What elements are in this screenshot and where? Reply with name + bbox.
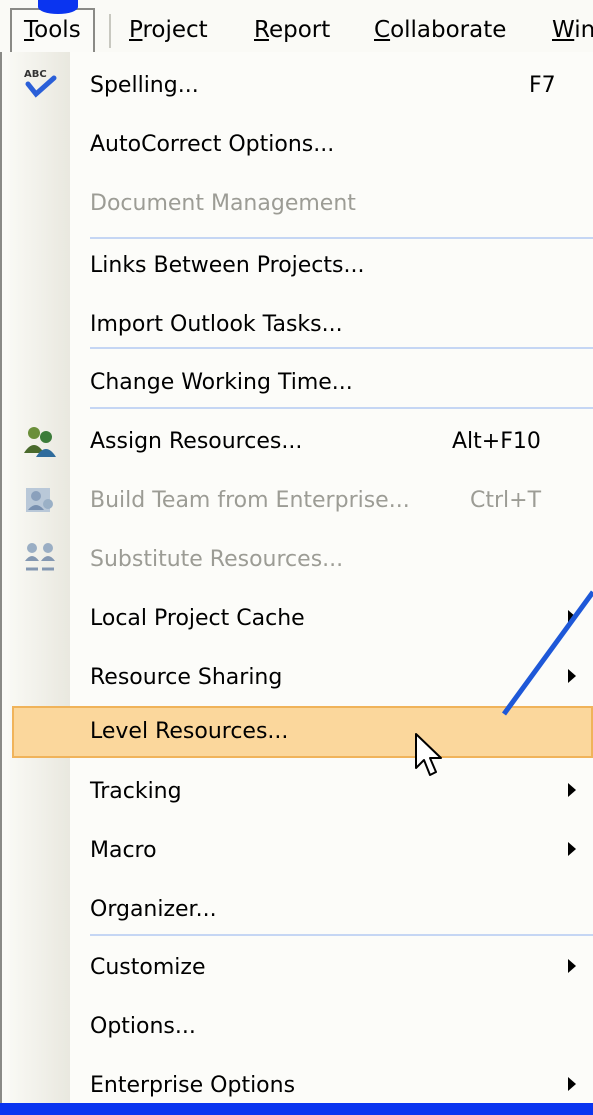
assign-resources-icon	[24, 427, 56, 457]
menu-item-label: Import Outlook Tasks...	[90, 312, 343, 337]
menu-item-tracking[interactable]: Tracking	[2, 762, 593, 821]
menu-item-label: Customize	[90, 955, 206, 980]
menu-item-options[interactable]: Options...	[2, 997, 593, 1056]
menu-item-level-resources[interactable]: Level Resources...	[2, 702, 593, 761]
menu-item-autocorrect-options[interactable]: AutoCorrect Options...	[2, 115, 593, 174]
spelling-check-icon: ABC	[24, 69, 57, 98]
menu-item-label: Assign Resources...	[90, 429, 303, 454]
menu-item-label: Enterprise Options	[90, 1073, 296, 1098]
substitute-resources-icon	[25, 543, 55, 571]
annotation-blob	[38, 0, 78, 14]
menu-item-shortcut: Alt+F10	[452, 429, 541, 454]
menu-item-enterprise-options[interactable]: Enterprise Options	[2, 1056, 593, 1115]
menu-item-assign-resources[interactable]: Assign Resources... Alt+F10	[2, 412, 593, 471]
menu-item-label: Organizer...	[90, 897, 217, 922]
menu-item-substitute-resources[interactable]: Substitute Resources...	[2, 530, 593, 589]
menu-item-document-management[interactable]: Document Management	[2, 174, 593, 233]
menu-item-change-working-time[interactable]: Change Working Time...	[2, 353, 593, 412]
menu-window[interactable]: Win	[552, 10, 593, 50]
menu-item-label: AutoCorrect Options...	[90, 132, 335, 157]
submenu-arrow-icon	[568, 669, 576, 683]
menu-item-label: Build Team from Enterprise...	[90, 488, 410, 513]
menu-item-label: Level Resources...	[90, 719, 289, 744]
menu-item-label: Options...	[90, 1014, 196, 1039]
menu-item-label: Resource Sharing	[90, 665, 283, 690]
menu-item-macro[interactable]: Macro	[2, 821, 593, 880]
menu-item-customize[interactable]: Customize	[2, 938, 593, 997]
menu-item-label: Links Between Projects...	[90, 253, 365, 278]
submenu-arrow-icon	[568, 842, 576, 856]
menu-item-label: Document Management	[90, 191, 356, 216]
menu-report[interactable]: Report	[254, 10, 330, 50]
menu-item-label: Substitute Resources...	[90, 547, 344, 572]
menu-item-label: Tracking	[90, 779, 182, 804]
submenu-arrow-icon	[568, 783, 576, 797]
menu-item-organizer[interactable]: Organizer...	[2, 880, 593, 939]
menu-item-label: Change Working Time...	[90, 370, 353, 395]
menu-bar-separator	[109, 14, 111, 48]
submenu-arrow-icon	[568, 610, 576, 624]
menu-item-resource-sharing[interactable]: Resource Sharing	[2, 648, 593, 707]
svg-text:ABC: ABC	[24, 69, 47, 80]
menu-separator	[90, 347, 593, 349]
build-team-icon	[26, 488, 53, 512]
menu-item-local-project-cache[interactable]: Local Project Cache	[2, 589, 593, 648]
menu-collaborate[interactable]: Collaborate	[374, 10, 506, 50]
menu-item-label: Local Project Cache	[90, 606, 305, 631]
menu-separator	[90, 407, 593, 409]
menu-item-spelling[interactable]: ABC Spelling... F7	[2, 56, 593, 115]
menu-item-shortcut: Ctrl+T	[470, 488, 542, 513]
menu-project[interactable]: Project	[129, 10, 208, 50]
submenu-arrow-icon	[568, 1077, 576, 1091]
menu-item-import-outlook-tasks[interactable]: Import Outlook Tasks...	[2, 295, 593, 354]
menu-item-label: Spelling...	[90, 73, 199, 98]
menu-item-shortcut: F7	[529, 73, 556, 98]
menu-tools[interactable]: Tools	[10, 8, 95, 52]
submenu-arrow-icon	[568, 959, 576, 973]
menu-item-links-between-projects[interactable]: Links Between Projects...	[2, 236, 593, 295]
menu-bar: Tools Project Report Collaborate Win	[0, 0, 593, 53]
tools-dropdown-menu: ABC Spelling... F7 AutoCorrect Options..…	[0, 52, 593, 1103]
menu-item-build-team-from-enterprise[interactable]: Build Team from Enterprise... Ctrl+T	[2, 471, 593, 530]
menu-item-label: Macro	[90, 838, 157, 863]
menu-separator	[90, 934, 593, 936]
